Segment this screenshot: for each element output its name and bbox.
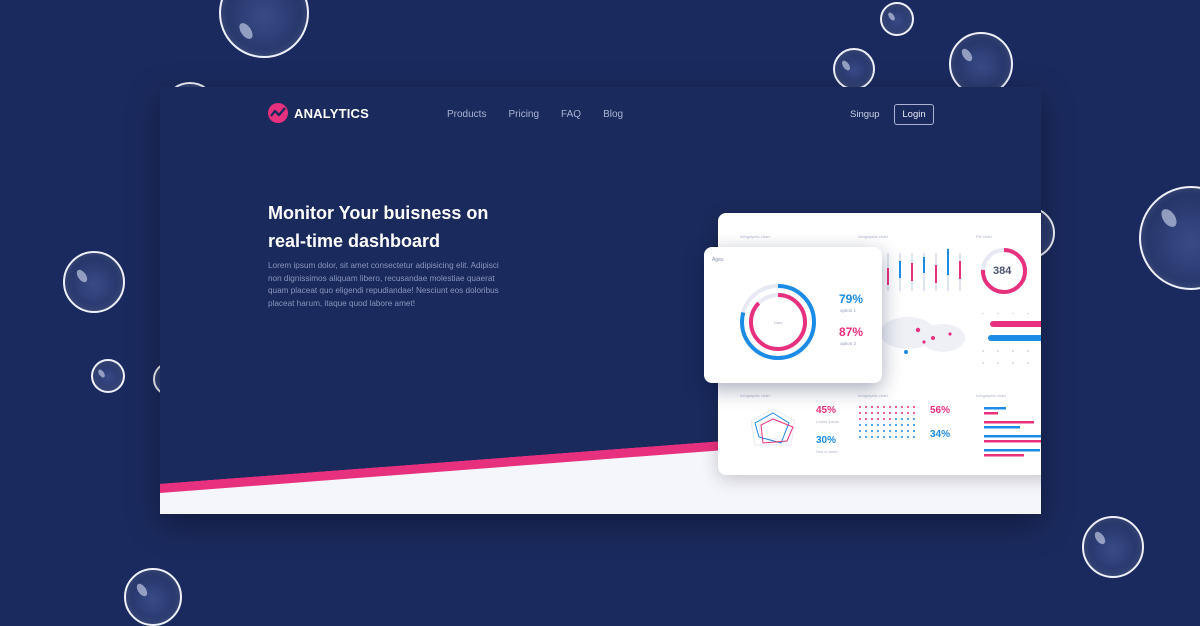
option-1-label: option 1 <box>840 308 857 313</box>
logo[interactable]: ANALYTICS <box>268 103 369 123</box>
nav-item-faq[interactable]: FAQ <box>561 109 581 120</box>
horizontal-bar-widget <box>984 407 1041 457</box>
widget-title: Pie chart <box>976 234 992 239</box>
calendar-widget <box>982 313 1041 364</box>
nav-item-blog[interactable]: Blog <box>603 109 623 120</box>
ages-popup-card: Ages Data 79% option 1 87% option 2 <box>704 247 882 383</box>
widget-title: Infographic chart <box>858 393 888 398</box>
decorative-bubble <box>880 2 914 36</box>
hero-description: Lorem ipsum dolor, sit amet consectetur … <box>268 261 499 308</box>
popup-label: Ages <box>712 257 724 263</box>
logo-icon <box>268 103 288 123</box>
decorative-bubble <box>1082 516 1144 578</box>
stat-value-4: 34% <box>930 429 951 440</box>
widget-title: Infographic chart <box>976 393 1006 398</box>
widget-title: Infographic chart <box>740 234 770 239</box>
hero-title: Monitor Your buisness on real-time dashb… <box>268 199 528 255</box>
world-map-widget <box>880 317 965 354</box>
nav-item-products[interactable]: Products <box>447 109 486 120</box>
login-button[interactable]: Login <box>894 104 934 125</box>
logo-text: ANALYTICS <box>294 105 369 121</box>
stat-value-3: 56% <box>930 405 951 416</box>
option-1-value: 79% <box>839 292 864 306</box>
decorative-bubble <box>63 251 125 313</box>
decorative-bubble <box>833 48 875 90</box>
donut-center-label: Data <box>774 320 783 325</box>
widget-title: Infographic chart <box>740 393 770 398</box>
decorative-bubble <box>124 568 182 626</box>
stat-label-2: Sed ut amet <box>816 449 838 454</box>
gauge-value: 384 <box>993 265 1012 277</box>
dot-matrix-widget <box>859 406 915 438</box>
decorative-bubble <box>219 0 309 58</box>
stat-value-1: 45% <box>816 405 837 416</box>
stat-label-1: Lorem ipsum <box>816 419 840 424</box>
stat-value-2: 30% <box>816 435 837 446</box>
hero-title-line-2: real-time dashboard <box>268 231 441 251</box>
decorative-bubble <box>91 359 125 393</box>
option-2-value: 87% <box>839 325 864 339</box>
website-window: ANALYTICS Products Pricing FAQ Blog Sing… <box>160 87 1041 514</box>
option-2-label: option 2 <box>840 341 857 346</box>
signup-link[interactable]: Singup <box>850 109 880 120</box>
bar-chart-widget <box>887 248 961 291</box>
main-nav: Products Pricing FAQ Blog <box>447 109 645 120</box>
hero-title-line-1: Monitor Your buisness on <box>268 203 489 223</box>
nav-item-pricing[interactable]: Pricing <box>508 109 539 120</box>
radar-chart-widget <box>750 408 796 446</box>
widget-title: Infographic chart <box>858 234 888 239</box>
decorative-bubble <box>1139 186 1200 290</box>
